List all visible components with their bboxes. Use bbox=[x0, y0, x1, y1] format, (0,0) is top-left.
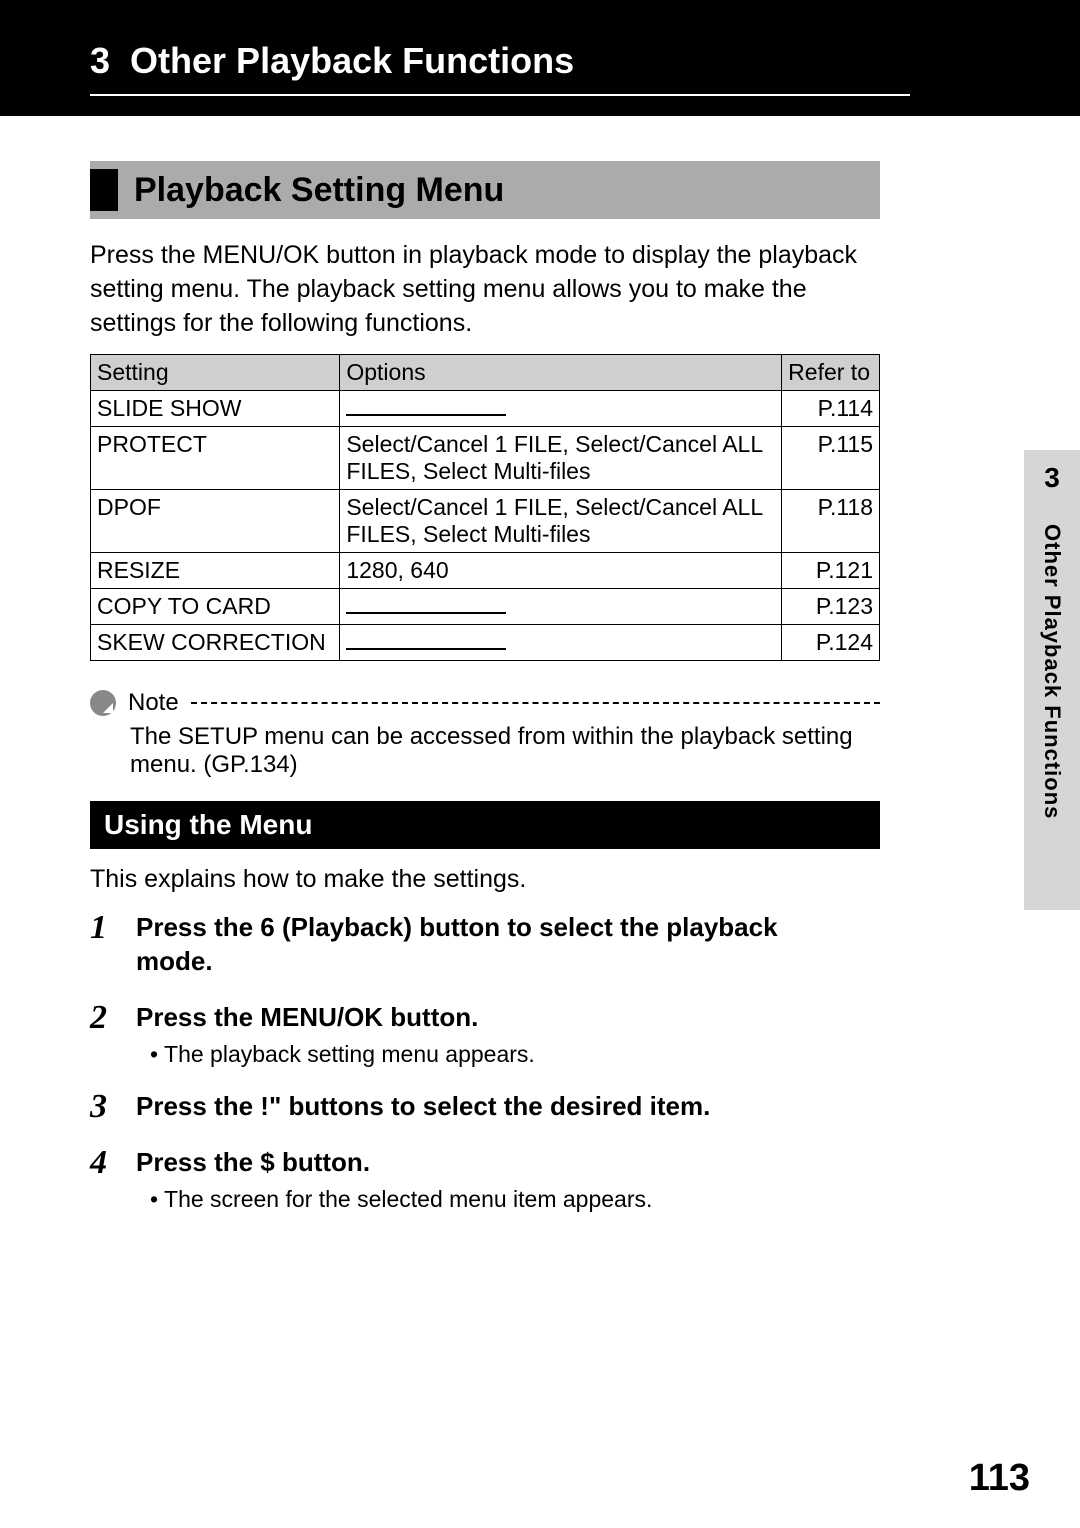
table-row: SLIDE SHOW P.114 bbox=[91, 391, 880, 427]
note-header: Note bbox=[90, 689, 880, 717]
step-subtext: The screen for the selected menu item ap… bbox=[150, 1186, 880, 1213]
chapter-number: 3 bbox=[90, 40, 110, 81]
section-title: Playback Setting Menu bbox=[134, 171, 504, 210]
chapter-title: 3 Other Playback Functions bbox=[90, 40, 910, 96]
cell-setting: COPY TO CARD bbox=[91, 589, 340, 625]
step-text: Press the $ button. bbox=[136, 1146, 370, 1180]
step-number: 3 bbox=[90, 1090, 118, 1124]
step-item: 2 Press the MENU/OK button. The playback… bbox=[90, 1001, 880, 1068]
step-subtext: The playback setting menu appears. bbox=[150, 1041, 880, 1068]
side-tab: 3 Other Playback Functions bbox=[1024, 450, 1080, 910]
chapter-header-bar: 3 Other Playback Functions bbox=[0, 0, 1080, 116]
table-row: COPY TO CARD P.123 bbox=[91, 589, 880, 625]
settings-table: Setting Options Refer to SLIDE SHOW P.11… bbox=[90, 354, 880, 661]
step-number: 2 bbox=[90, 1001, 118, 1035]
cell-refer: P.115 bbox=[782, 427, 880, 490]
section-intro: Press the MENU/OK button in playback mod… bbox=[90, 239, 880, 340]
table-row: SKEW CORRECTION P.124 bbox=[91, 625, 880, 661]
page: 3 Other Playback Functions Playback Sett… bbox=[0, 0, 1080, 1528]
cell-options bbox=[340, 391, 782, 427]
cell-setting: DPOF bbox=[91, 490, 340, 553]
note-text: The SETUP menu can be accessed from with… bbox=[130, 723, 880, 779]
cell-options: 1280, 640 bbox=[340, 553, 782, 589]
table-row: DPOF Select/Cancel 1 FILE, Select/Cancel… bbox=[91, 490, 880, 553]
step-text: Press the !" buttons to select the desir… bbox=[136, 1090, 710, 1124]
step-item: 4 Press the $ button. The screen for the… bbox=[90, 1146, 880, 1213]
side-tab-text: Other Playback Functions bbox=[1039, 524, 1065, 819]
dash-icon bbox=[346, 648, 506, 650]
content-area: Playback Setting Menu Press the MENU/OK … bbox=[0, 116, 940, 1213]
chapter-title-text: Other Playback Functions bbox=[130, 40, 574, 81]
step-text: Press the 6 (Playback) button to select … bbox=[136, 911, 856, 979]
th-options: Options bbox=[340, 355, 782, 391]
step-number: 4 bbox=[90, 1146, 118, 1180]
dash-icon bbox=[346, 414, 506, 416]
cell-refer: P.124 bbox=[782, 625, 880, 661]
note-label: Note bbox=[128, 689, 179, 717]
table-row: RESIZE 1280, 640 P.121 bbox=[91, 553, 880, 589]
cell-setting: PROTECT bbox=[91, 427, 340, 490]
table-row: PROTECT Select/Cancel 1 FILE, Select/Can… bbox=[91, 427, 880, 490]
table-header-row: Setting Options Refer to bbox=[91, 355, 880, 391]
cell-refer: P.114 bbox=[782, 391, 880, 427]
cell-setting: RESIZE bbox=[91, 553, 340, 589]
note-dash-line bbox=[191, 702, 880, 704]
cell-refer: P.118 bbox=[782, 490, 880, 553]
cell-options: Select/Cancel 1 FILE, Select/Cancel ALL … bbox=[340, 490, 782, 553]
subsection-header: Using the Menu bbox=[90, 801, 880, 849]
steps-list: 1 Press the 6 (Playback) button to selec… bbox=[90, 911, 880, 1213]
dash-icon bbox=[346, 612, 506, 614]
note-icon bbox=[90, 690, 116, 716]
cell-options: Select/Cancel 1 FILE, Select/Cancel ALL … bbox=[340, 427, 782, 490]
cell-refer: P.121 bbox=[782, 553, 880, 589]
step-item: 1 Press the 6 (Playback) button to selec… bbox=[90, 911, 880, 979]
step-text: Press the MENU/OK button. bbox=[136, 1001, 478, 1035]
cell-refer: P.123 bbox=[782, 589, 880, 625]
step-item: 3 Press the !" buttons to select the des… bbox=[90, 1090, 880, 1124]
section-header: Playback Setting Menu bbox=[90, 161, 880, 219]
th-setting: Setting bbox=[91, 355, 340, 391]
cell-options bbox=[340, 625, 782, 661]
th-refer: Refer to bbox=[782, 355, 880, 391]
cell-setting: SLIDE SHOW bbox=[91, 391, 340, 427]
cell-options bbox=[340, 589, 782, 625]
section-marker-icon bbox=[90, 169, 118, 211]
step-number: 1 bbox=[90, 911, 118, 979]
subsection-intro: This explains how to make the settings. bbox=[90, 863, 880, 897]
cell-setting: SKEW CORRECTION bbox=[91, 625, 340, 661]
page-number: 113 bbox=[969, 1457, 1030, 1500]
side-tab-number: 3 bbox=[1044, 462, 1060, 494]
